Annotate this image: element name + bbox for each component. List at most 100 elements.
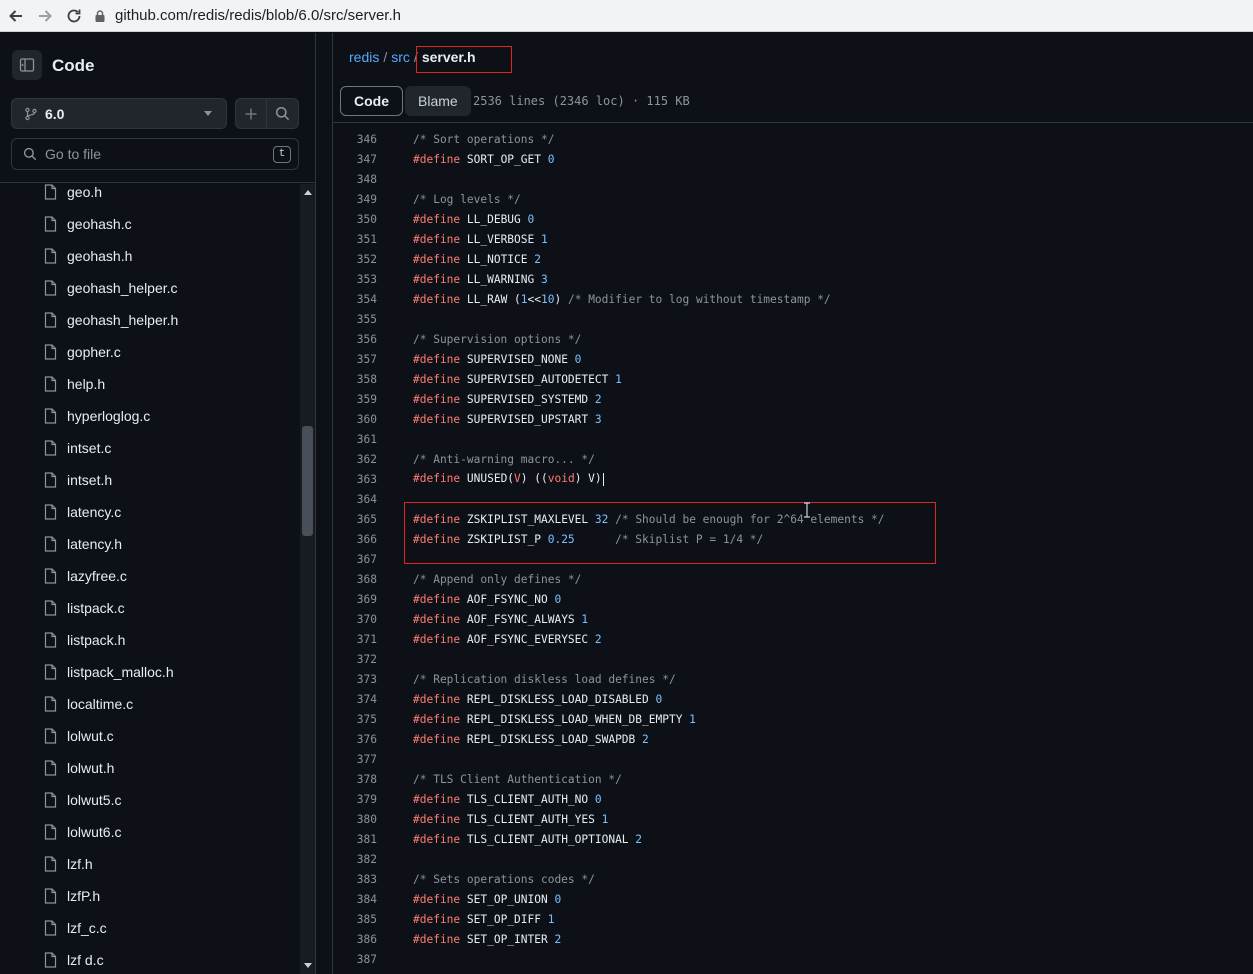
breadcrumb-dir-link[interactable]: src [391, 49, 410, 65]
back-button[interactable] [3, 3, 29, 29]
line-number[interactable]: 363 [333, 473, 377, 486]
line-content: #define SUPERVISED_SYSTEMD 2 [413, 393, 602, 406]
line-number[interactable]: 359 [333, 393, 377, 406]
line-number[interactable]: 378 [333, 773, 377, 786]
file-tree-item[interactable]: latency.h [0, 528, 300, 560]
url-text[interactable]: github.com/redis/redis/blob/6.0/src/serv… [115, 7, 401, 24]
file-tree-item[interactable]: gopher.c [0, 336, 300, 368]
file-tree-item[interactable]: geohash_helper.h [0, 304, 300, 336]
line-number[interactable]: 374 [333, 693, 377, 706]
file-tree-item[interactable]: help.h [0, 368, 300, 400]
file-tree-item[interactable]: geo.h [0, 184, 300, 208]
file-tree-item[interactable]: intset.c [0, 432, 300, 464]
file-tree-item[interactable]: lolwut.h [0, 752, 300, 784]
line-number[interactable]: 351 [333, 233, 377, 246]
code-line: 371 #define AOF_FSYNC_EVERYSEC 2 [333, 629, 1253, 649]
code-line: 356 /* Supervision options */ [333, 329, 1253, 349]
line-content: #define SUPERVISED_NONE 0 [413, 353, 581, 366]
file-tree-item[interactable]: geohash_helper.c [0, 272, 300, 304]
file-tree-item[interactable]: lzf.h [0, 848, 300, 880]
file-tree-item[interactable]: hyperloglog.c [0, 400, 300, 432]
forward-button[interactable] [32, 3, 58, 29]
go-to-file-input[interactable] [45, 146, 255, 162]
file-tree-item[interactable]: lzfP.h [0, 880, 300, 912]
file-tree-item[interactable]: listpack_malloc.h [0, 656, 300, 688]
file-tree-item[interactable]: intset.h [0, 464, 300, 496]
line-number[interactable]: 377 [333, 753, 377, 766]
line-number[interactable]: 357 [333, 353, 377, 366]
file-tree-item[interactable]: listpack.h [0, 624, 300, 656]
file-tree-item[interactable]: lolwut6.c [0, 816, 300, 848]
file-icon [44, 280, 58, 296]
file-tree-item[interactable]: geohash.c [0, 208, 300, 240]
file-tree-item[interactable]: lolwut5.c [0, 784, 300, 816]
line-number[interactable]: 349 [333, 193, 377, 206]
code-token: 0 [547, 152, 555, 166]
line-number[interactable]: 367 [333, 553, 377, 566]
line-number[interactable]: 385 [333, 913, 377, 926]
file-tree-item[interactable]: localtime.c [0, 688, 300, 720]
line-number[interactable]: 353 [333, 273, 377, 286]
code-view-header: Code Blame 2536 lines (2346 loc) · 115 K… [333, 81, 1253, 123]
file-tree-item[interactable]: lzf_c.c [0, 912, 300, 944]
line-number[interactable]: 373 [333, 673, 377, 686]
file-tree-item[interactable]: lzf d.c [0, 944, 300, 974]
code-token: ) [554, 292, 568, 306]
go-to-file-input-wrapper[interactable]: t [11, 138, 299, 170]
line-number[interactable]: 364 [333, 493, 377, 506]
line-number[interactable]: 348 [333, 173, 377, 186]
code-token: #define [413, 692, 461, 706]
line-number[interactable]: 360 [333, 413, 377, 426]
address-bar[interactable]: github.com/redis/redis/blob/6.0/src/serv… [93, 3, 1253, 29]
code-line: 351 #define LL_VERBOSE 1 [333, 229, 1253, 249]
line-number[interactable]: 355 [333, 313, 377, 326]
code-token: #define [413, 892, 461, 906]
line-number[interactable]: 356 [333, 333, 377, 346]
line-number[interactable]: 366 [333, 533, 377, 546]
scroll-down-arrow-icon[interactable] [304, 963, 312, 968]
line-number[interactable]: 379 [333, 793, 377, 806]
line-number[interactable]: 381 [333, 833, 377, 846]
line-number[interactable]: 372 [333, 653, 377, 666]
line-number[interactable]: 358 [333, 373, 377, 386]
file-tree-item[interactable]: lolwut.c [0, 720, 300, 752]
line-number[interactable]: 369 [333, 593, 377, 606]
tab-code[interactable]: Code [340, 86, 403, 116]
line-number[interactable]: 347 [333, 153, 377, 166]
line-number[interactable]: 346 [333, 133, 377, 146]
line-number[interactable]: 382 [333, 853, 377, 866]
breadcrumb-repo-link[interactable]: redis [349, 49, 379, 65]
add-file-button[interactable] [236, 99, 268, 128]
line-number[interactable]: 376 [333, 733, 377, 746]
code-token: #define [413, 272, 461, 286]
line-number[interactable]: 386 [333, 933, 377, 946]
line-number[interactable]: 384 [333, 893, 377, 906]
line-number[interactable]: 365 [333, 513, 377, 526]
tab-blame[interactable]: Blame [405, 86, 471, 116]
file-tree-item[interactable]: latency.c [0, 496, 300, 528]
line-number[interactable]: 387 [333, 953, 377, 966]
line-number[interactable]: 371 [333, 633, 377, 646]
code-line: 360 #define SUPERVISED_UPSTART 3 [333, 409, 1253, 429]
file-tree-item[interactable]: lazyfree.c [0, 560, 300, 592]
scroll-up-arrow-icon[interactable] [304, 190, 312, 195]
line-number[interactable]: 362 [333, 453, 377, 466]
line-number[interactable]: 350 [333, 213, 377, 226]
file-tree-item-label: lzf_c.c [67, 920, 107, 936]
line-number[interactable]: 361 [333, 433, 377, 446]
line-number[interactable]: 383 [333, 873, 377, 886]
line-number[interactable]: 352 [333, 253, 377, 266]
sidebar-toggle-button[interactable] [12, 50, 42, 80]
scrollbar-thumb[interactable] [302, 426, 313, 536]
line-number[interactable]: 354 [333, 293, 377, 306]
sidebar-scrollbar[interactable] [300, 184, 315, 974]
search-code-button[interactable] [267, 99, 298, 128]
line-number[interactable]: 370 [333, 613, 377, 626]
branch-selector[interactable]: 6.0 [11, 98, 227, 129]
file-tree-item[interactable]: listpack.c [0, 592, 300, 624]
file-tree-item[interactable]: geohash.h [0, 240, 300, 272]
line-number[interactable]: 375 [333, 713, 377, 726]
line-number[interactable]: 380 [333, 813, 377, 826]
line-number[interactable]: 368 [333, 573, 377, 586]
reload-button[interactable] [61, 3, 87, 29]
